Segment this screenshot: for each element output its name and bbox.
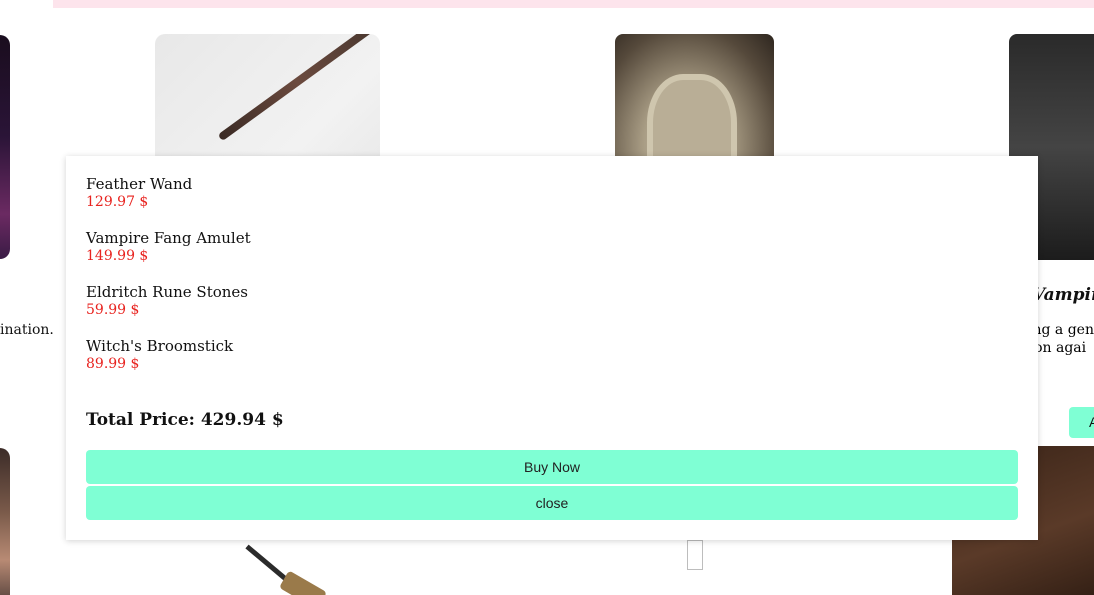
product-image-broom[interactable] xyxy=(245,540,335,595)
cart-item-price: 129.97 $ xyxy=(86,194,149,210)
close-button[interactable]: close xyxy=(86,486,1018,520)
cart-item-price: 59.99 $ xyxy=(86,302,140,318)
product-title: Vampire xyxy=(1032,285,1094,305)
quantity-input[interactable] xyxy=(687,540,703,570)
cart-item: Witch's Broomstick 89.99 $ xyxy=(86,337,251,391)
cart-item: Vampire Fang Amulet 149.99 $ xyxy=(86,229,251,283)
cart-item-list: Feather Wand 129.97 $ Vampire Fang Amule… xyxy=(86,175,251,391)
cart-item-name: Eldritch Rune Stones xyxy=(86,283,249,301)
cart-item-name: Vampire Fang Amulet xyxy=(86,229,251,247)
cart-modal: Feather Wand 129.97 $ Vampire Fang Amule… xyxy=(66,156,1038,540)
total-price: Total Price: 429.94 $ xyxy=(86,410,284,430)
product-description: ination. xyxy=(0,322,54,338)
cart-item-price: 149.99 $ xyxy=(86,248,149,264)
product-image[interactable] xyxy=(0,448,10,595)
cart-item: Eldritch Rune Stones 59.99 $ xyxy=(86,283,251,337)
buy-now-button[interactable]: Buy Now xyxy=(86,450,1018,484)
cart-item-price: 89.99 $ xyxy=(86,356,140,372)
wand-shape xyxy=(217,34,377,142)
broom-bristle-shape xyxy=(278,570,328,595)
shop-page: ination. Vampire ing a gen tion agai A F… xyxy=(0,0,1094,595)
product-image[interactable] xyxy=(0,35,10,259)
header-band xyxy=(53,0,1094,8)
cart-item: Feather Wand 129.97 $ xyxy=(86,175,251,229)
cart-item-name: Feather Wand xyxy=(86,175,193,193)
add-to-cart-button[interactable]: A xyxy=(1069,407,1094,438)
cart-item-name: Witch's Broomstick xyxy=(86,337,234,355)
